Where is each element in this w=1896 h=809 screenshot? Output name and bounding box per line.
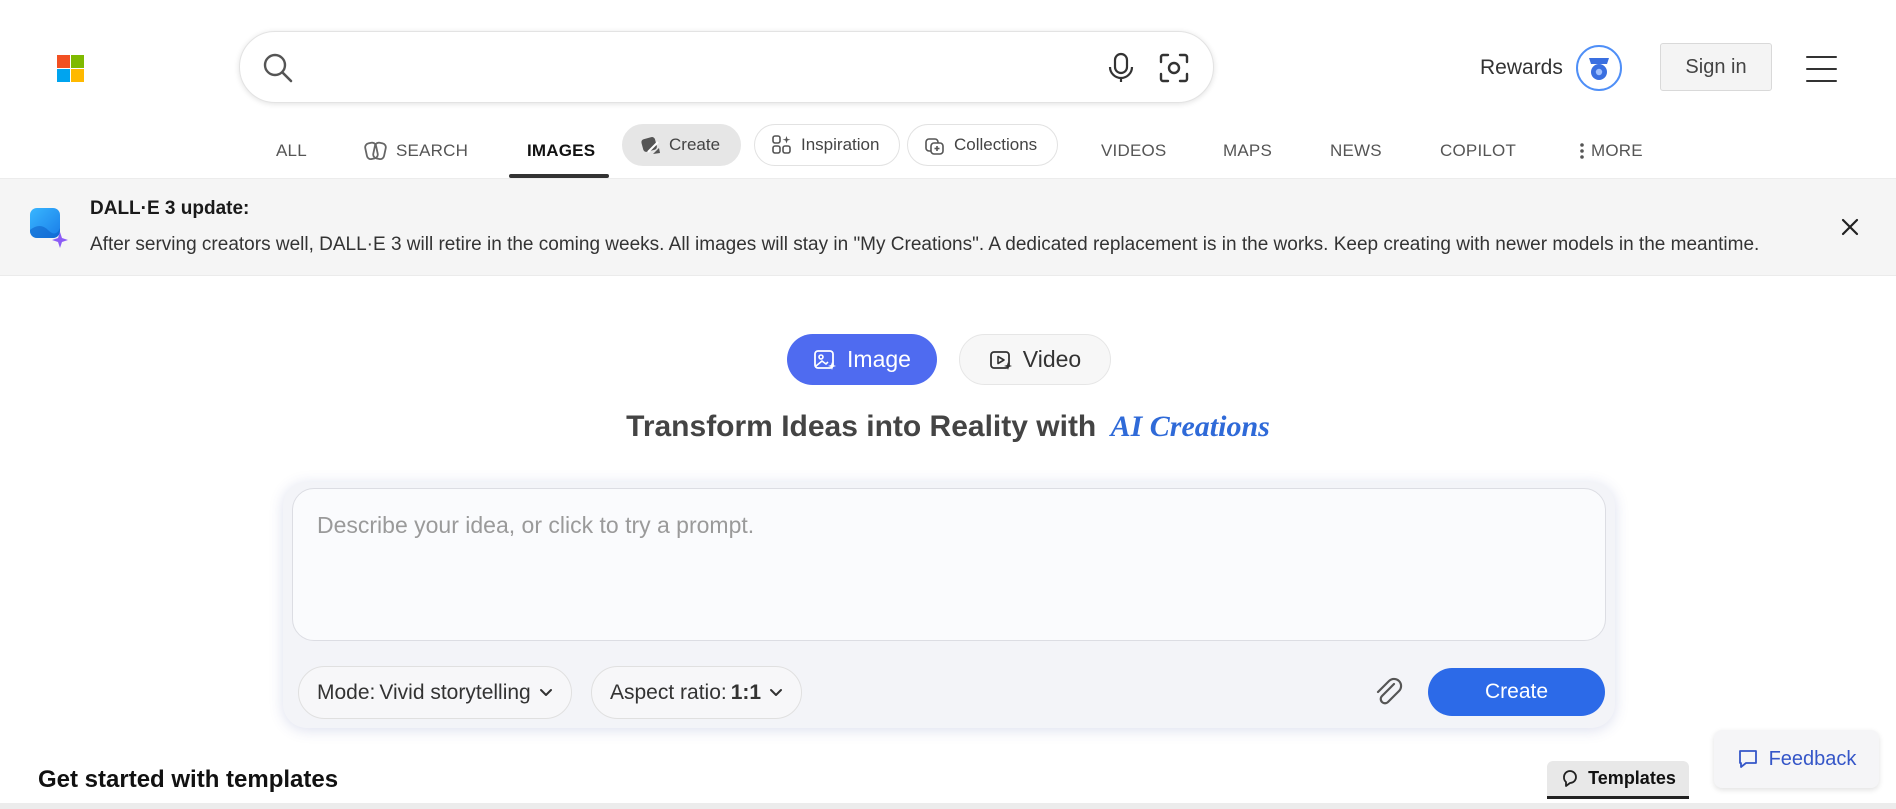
aspect-ratio-dropdown[interactable]: Aspect ratio: 1:1	[591, 666, 803, 719]
feedback-icon	[1738, 750, 1757, 768]
microsoft-logo[interactable]	[57, 55, 84, 82]
aspect-ratio-value: 1:1	[730, 680, 762, 704]
active-tab-indicator	[509, 174, 609, 178]
tab-more-label: MORE	[1591, 141, 1643, 160]
collections-icon	[925, 138, 944, 155]
create-button[interactable]: Create	[1428, 668, 1605, 716]
page-title: Transform Ideas into Reality with AI Cre…	[0, 410, 1896, 444]
copilot-search-icon	[364, 141, 387, 161]
banner-title: DALL·E 3 update:	[90, 198, 250, 219]
logo-square-red	[57, 55, 70, 68]
bottom-divider	[0, 803, 1896, 809]
logo-square-green	[71, 55, 84, 68]
tab-more[interactable]: MORE	[1579, 136, 1643, 166]
microphone-icon[interactable]	[1106, 52, 1136, 89]
banner-message: After serving creators well, DALL·E 3 wi…	[90, 234, 1760, 255]
more-vertical-icon	[1580, 143, 1584, 159]
tab-images[interactable]: IMAGES	[527, 136, 595, 166]
create-brush-icon	[641, 137, 660, 154]
video-icon	[989, 350, 1012, 370]
mode-dropdown[interactable]: Mode: Vivid storytelling	[298, 666, 572, 719]
rewards-icon[interactable]	[1576, 45, 1622, 91]
chevron-down-icon	[770, 688, 783, 696]
page-title-main: Transform Ideas into Reality with	[626, 410, 1097, 443]
feedback-label: Feedback	[1768, 747, 1857, 770]
templates-icon	[1563, 769, 1578, 787]
nav-bar: ALL SEARCH IMAGES Create Inspiration Col…	[0, 122, 1896, 179]
prompt-placeholder: Describe your idea, or click to try a pr…	[317, 512, 755, 538]
pill-create[interactable]: Create	[622, 124, 742, 166]
visual-search-icon[interactable]	[1158, 52, 1190, 89]
search-icon[interactable]	[262, 52, 294, 89]
page-title-accent: AI Creations	[1110, 410, 1270, 443]
menu-icon[interactable]	[1806, 56, 1837, 92]
feedback-button[interactable]: Feedback	[1714, 730, 1879, 788]
templates-heading: Get started with templates	[38, 766, 339, 793]
tab-videos[interactable]: VIDEOS	[1101, 136, 1166, 166]
inspiration-icon	[772, 135, 791, 154]
prompt-textarea[interactable]	[292, 488, 1606, 641]
pill-create-label: Create	[669, 135, 721, 154]
templates-tab-label: Templates	[1588, 768, 1676, 788]
tab-maps[interactable]: MAPS	[1223, 136, 1272, 166]
tab-search-label: SEARCH	[396, 141, 469, 160]
image-icon	[814, 349, 837, 370]
aspect-ratio-label: Aspect ratio:	[610, 680, 727, 704]
mode-value: Vivid storytelling	[379, 680, 531, 704]
pill-inspiration[interactable]: Inspiration	[754, 124, 901, 166]
mode-label: Mode:	[317, 680, 376, 704]
logo-square-yellow	[71, 69, 84, 82]
templates-tab[interactable]: Templates	[1547, 761, 1689, 799]
tab-all[interactable]: ALL	[276, 136, 307, 166]
chevron-down-icon	[539, 688, 552, 696]
notice-banner	[0, 179, 1896, 276]
pill-inspiration-label: Inspiration	[801, 135, 880, 154]
image-mode-label: Image	[847, 346, 911, 372]
search-input[interactable]	[310, 50, 1114, 86]
attach-icon[interactable]	[1372, 676, 1406, 715]
rewards-link[interactable]: Rewards	[1480, 56, 1563, 80]
video-mode-label: Video	[1022, 346, 1082, 372]
tab-search[interactable]: SEARCH	[364, 136, 468, 166]
video-mode-button[interactable]: Video	[959, 334, 1111, 385]
logo-square-blue	[57, 69, 70, 82]
pill-collections-label: Collections	[954, 135, 1038, 154]
pill-collections[interactable]: Collections	[907, 124, 1059, 166]
close-icon[interactable]	[1838, 215, 1862, 239]
image-mode-button[interactable]: Image	[787, 334, 937, 385]
dalle-icon	[28, 208, 68, 248]
tab-copilot[interactable]: COPILOT	[1440, 136, 1516, 166]
search-box	[239, 31, 1214, 103]
sign-in-button[interactable]: Sign in	[1660, 43, 1772, 91]
tab-news[interactable]: NEWS	[1330, 136, 1382, 166]
